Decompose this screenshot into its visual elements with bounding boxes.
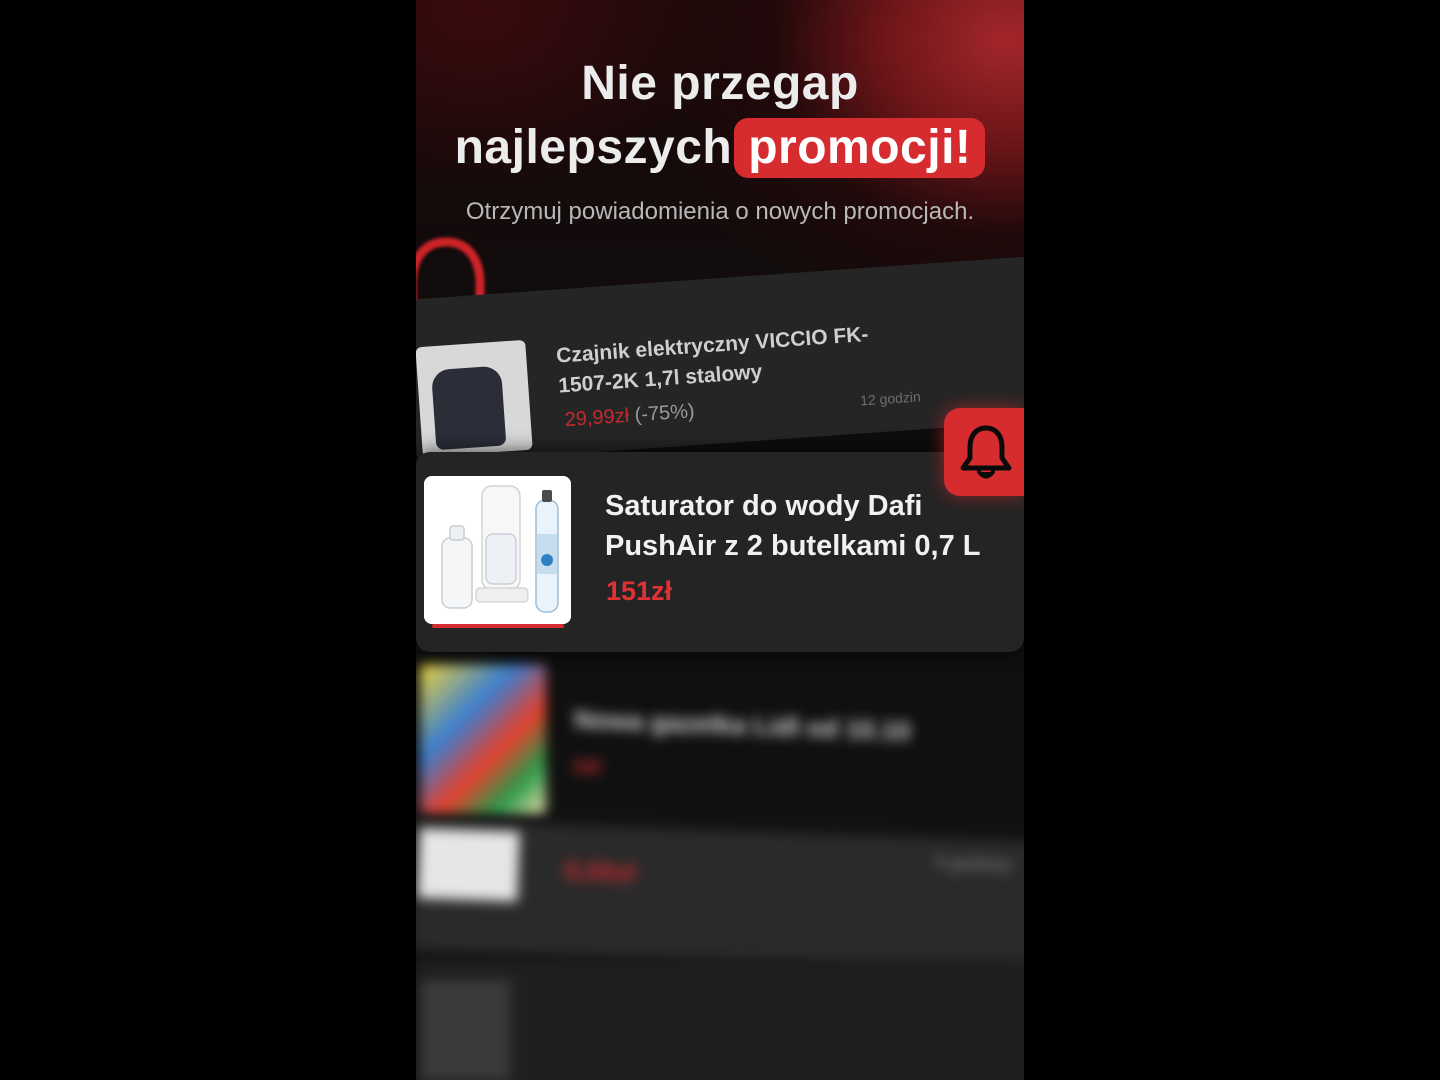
promo-card-blurred-bottom[interactable] xyxy=(416,960,1024,1080)
card-time: 4 godziny xyxy=(934,852,1013,875)
card-price: 29,99zł (-75%) xyxy=(564,400,695,432)
headline-highlight: promocji! xyxy=(734,118,986,178)
promo-card-lidl[interactable]: Nowa gazetka Lidl od 10.10 0zł xyxy=(416,660,1024,820)
card-time: 12 godzin xyxy=(859,388,922,409)
promo-card-saturator[interactable]: Saturator do wody Dafi PushAir z 2 butel… xyxy=(416,452,1024,652)
card-title: Czajnik elektryczny VICCIO FK-1507-2K 1,… xyxy=(555,322,870,398)
discount-value: (-75%) xyxy=(633,400,696,427)
card-title: Saturator do wody Dafi PushAir z 2 butel… xyxy=(605,490,981,562)
card-price: 151zł xyxy=(606,576,673,606)
product-image xyxy=(417,828,520,902)
image-underline xyxy=(432,624,564,628)
notification-bell-button[interactable] xyxy=(944,408,1024,496)
promo-screen: Nie przegap najlepszych promocji! Otrzymu… xyxy=(416,0,1024,1080)
product-image-kettle xyxy=(416,339,533,458)
card-price: 0zł xyxy=(574,756,601,778)
headline-prefix: najlepszych xyxy=(454,121,733,174)
headline-line2: najlepszych promocji! xyxy=(416,116,1024,180)
promo-card-blurred[interactable]: 4 godziny 0,00zł xyxy=(416,820,1024,973)
promo-card-kettle[interactable]: Czajnik elektryczny VICCIO FK-1507-2K 1,… xyxy=(416,255,1024,465)
price-value: 29,99zł xyxy=(564,404,630,432)
card-title: Nowa gazetka Lidl od 10.10 xyxy=(573,704,912,746)
card-price: 0,00zł xyxy=(563,855,636,888)
product-image-saturator xyxy=(424,476,571,624)
subtitle: Otrzymuj powiadomienia o nowych promocja… xyxy=(465,198,975,225)
page-title: Nie przegap najlepszych promocji! xyxy=(416,52,1024,180)
product-image-leaflet xyxy=(420,664,546,814)
headline-line1: Nie przegap xyxy=(581,57,859,110)
product-image xyxy=(420,980,510,1080)
